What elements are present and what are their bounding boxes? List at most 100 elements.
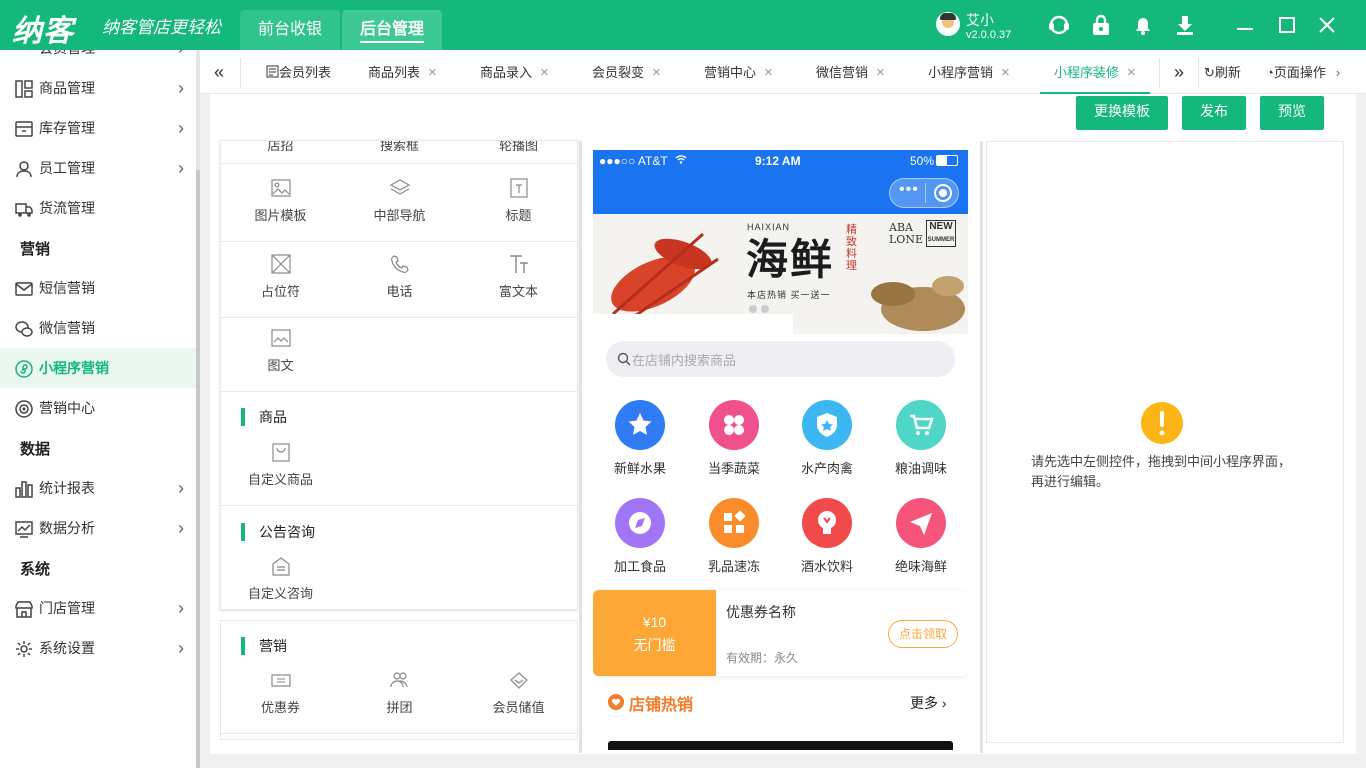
coupon-card[interactable]: ¥10 无门槛 优惠券名称 有效期：永久 点击领取: [593, 590, 968, 676]
carousel-banner[interactable]: 海鲜 HAIXIAN 精致料理 ABA LONE NEW SUMMER 本店热销 买…: [593, 214, 968, 334]
bell-icon[interactable]: [1132, 14, 1154, 36]
change-template-button[interactable]: 更换模板: [1076, 96, 1168, 130]
close-icon[interactable]: [1316, 14, 1338, 36]
component-label: 拼团: [386, 700, 413, 715]
publish-button[interactable]: 发布: [1182, 96, 1246, 130]
component-group-buy[interactable]: 拼团: [340, 669, 459, 716]
preview-button[interactable]: 预览: [1260, 96, 1324, 130]
tab-wechat-marketing[interactable]: 微信营销 ×: [816, 50, 885, 94]
component-image-template[interactable]: 图片模板: [221, 177, 340, 224]
coupon-value-block: ¥10 无门槛: [593, 590, 716, 676]
component-middle-nav[interactable]: 中部导航: [340, 177, 459, 224]
tab-close-icon[interactable]: ×: [540, 64, 549, 81]
coupon-name: 优惠券名称: [726, 604, 796, 620]
category-grain-oil[interactable]: 粮油调味: [876, 400, 966, 477]
sidebar-item-sms[interactable]: 短信营销: [0, 268, 196, 308]
component-member-recharge[interactable]: 会员储值: [459, 669, 577, 716]
capsule-divider: [925, 183, 926, 203]
app-logo: 纳客: [12, 15, 74, 48]
component-search-box[interactable]: 搜索框: [340, 141, 459, 154]
category-dairy-frozen[interactable]: 乳品速冻: [689, 498, 779, 575]
category-vegetables[interactable]: 当季蔬菜: [689, 400, 779, 477]
sidebar-item-miniprogram[interactable]: 小程序营销: [0, 348, 196, 388]
store-icon: [15, 601, 33, 618]
page-operations-label: 页面操作: [1273, 65, 1326, 80]
sidebar-item-staff[interactable]: 员工管理 ›: [0, 148, 196, 188]
sidebar-item-inventory[interactable]: 库存管理 ›: [0, 108, 196, 148]
banner-pinyin: HAIXIAN: [747, 222, 791, 232]
tab-close-icon[interactable]: ×: [1127, 64, 1136, 81]
component-image-text[interactable]: 图文: [221, 327, 340, 374]
tabs-expand-button[interactable]: »: [1174, 50, 1184, 94]
tab-miniprogram-decoration[interactable]: 小程序装修 ×: [1040, 50, 1150, 94]
coupon-claim-button[interactable]: 点击领取: [888, 620, 958, 648]
chevron-right-icon: ›: [1335, 65, 1341, 80]
sidebar-item-wechat[interactable]: 微信营销: [0, 308, 196, 348]
bar-chart-icon: [15, 481, 33, 498]
sidebar-scrollbar[interactable]: [196, 170, 200, 768]
sidebar-item-analysis[interactable]: 数据分析 ›: [0, 508, 196, 548]
headset-icon[interactable]: [1048, 14, 1070, 36]
sidebar-item-label: 营销中心: [39, 400, 95, 416]
sidebar-item-reports[interactable]: 统计报表 ›: [0, 468, 196, 508]
refresh-button[interactable]: ↻刷新: [1204, 50, 1241, 94]
line-chart-icon: [15, 521, 33, 538]
category-beverages[interactable]: 酒水饮料: [782, 498, 872, 575]
refresh-icon: ↻: [1204, 65, 1215, 80]
tab-goods-list[interactable]: 商品列表 ×: [368, 50, 437, 94]
cart-icon: [896, 400, 946, 450]
component-title[interactable]: 标题: [459, 177, 577, 224]
tab-miniprogram-marketing[interactable]: 小程序营销 ×: [928, 50, 1010, 94]
sidebar-item-logistics[interactable]: 货流管理: [0, 188, 196, 228]
tabs-collapse-button[interactable]: «: [214, 50, 224, 94]
download-icon[interactable]: [1174, 14, 1196, 36]
component-phone[interactable]: 电话: [340, 253, 459, 300]
phone-preview[interactable]: ●●●○○ AT&T 9:12 AM 50% ••• 海鲜 HAIXIAN 精致…: [593, 150, 968, 750]
category-fresh-fruit[interactable]: 新鲜水果: [595, 400, 685, 477]
tab-backend-management[interactable]: 后台管理: [342, 10, 442, 50]
component-custom-goods[interactable]: 自定义商品: [221, 441, 340, 488]
sidebar-item-marketing-center[interactable]: 营销中心: [0, 388, 196, 428]
component-placeholder[interactable]: 占位符: [221, 253, 340, 300]
miniprogram-capsule[interactable]: •••: [889, 178, 959, 208]
sidebar-item-store[interactable]: 门店管理 ›: [0, 588, 196, 628]
wifi-icon: [675, 153, 687, 167]
sidebar-item-settings[interactable]: 系统设置 ›: [0, 628, 196, 668]
component-custom-notice[interactable]: 自定义咨询: [221, 555, 340, 602]
sidebar-item-member[interactable]: 会员管理 ›: [0, 50, 196, 68]
banner-tag: ABA LONE: [889, 222, 923, 246]
phone-search-box[interactable]: 在店铺内搜索商品: [606, 341, 955, 377]
tab-front-cashier[interactable]: 前台收银: [240, 10, 340, 50]
tab-close-icon[interactable]: ×: [1001, 64, 1010, 81]
component-carousel[interactable]: 轮播图: [459, 141, 577, 154]
tab-close-icon[interactable]: ×: [652, 64, 661, 81]
tab-close-icon[interactable]: ×: [764, 64, 773, 81]
category-circle: [802, 400, 852, 450]
tab-close-icon[interactable]: ×: [876, 64, 885, 81]
more-link[interactable]: 更多 ›: [910, 693, 947, 713]
tab-close-icon[interactable]: ×: [428, 64, 437, 81]
tab-member-list[interactable]: 会员列表: [266, 50, 331, 94]
close-circle-icon: [934, 184, 952, 202]
banner-promo: 本店热销 买一送一: [747, 290, 831, 300]
minimize-icon[interactable]: [1234, 14, 1256, 36]
component-label: 标题: [505, 208, 532, 223]
tab-member-fission[interactable]: 会员裂变 ×: [592, 50, 661, 94]
heart-icon: [608, 694, 624, 710]
component-shop-sign[interactable]: 店招: [221, 141, 340, 154]
category-seafood[interactable]: 绝味海鲜: [876, 498, 966, 575]
category-aquatic-meat[interactable]: 水产肉禽: [782, 400, 872, 477]
lock-icon[interactable]: [1090, 14, 1112, 36]
tab-label: 商品列表: [368, 65, 421, 80]
tab-marketing-center[interactable]: 营销中心 ×: [704, 50, 773, 94]
tab-goods-entry[interactable]: 商品录入 ×: [480, 50, 549, 94]
component-palette-marketing: 营销 优惠券 拼团 会员储值: [220, 620, 578, 740]
shopping-bag-icon: [271, 443, 290, 462]
category-processed-food[interactable]: 加工食品: [595, 498, 685, 575]
component-coupon[interactable]: 优惠券: [221, 669, 340, 716]
gear-icon: [16, 641, 32, 657]
sidebar-item-goods[interactable]: 商品管理 ›: [0, 68, 196, 108]
page-operations-button[interactable]: ◔页面操作 ›: [1266, 50, 1340, 94]
component-rich-text[interactable]: 富文本: [459, 253, 577, 300]
maximize-icon[interactable]: [1276, 14, 1298, 36]
